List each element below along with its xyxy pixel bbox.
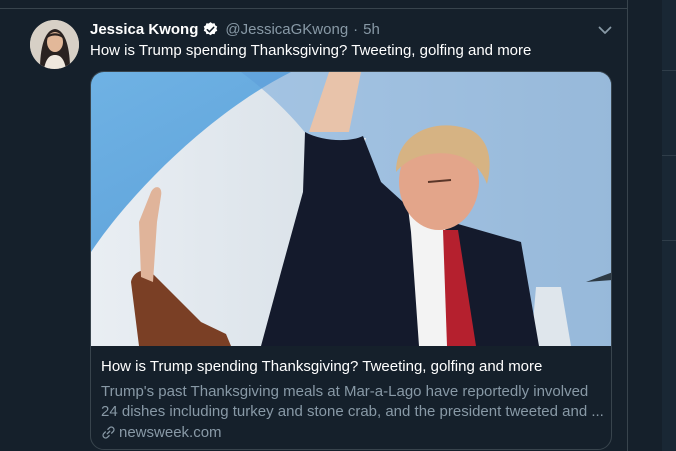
divider (662, 70, 676, 71)
card-domain: newsweek.com (101, 424, 222, 441)
card-title: How is Trump spending Thanksgiving? Twee… (101, 358, 543, 375)
timeline-column: Jessica Kwong @JessicaGKwong · 5h How is… (0, 0, 628, 451)
link-card[interactable]: How is Trump spending Thanksgiving? Twee… (90, 71, 612, 450)
divider (662, 240, 676, 241)
link-icon (102, 426, 115, 439)
card-image (91, 72, 611, 346)
avatar-photo (30, 20, 79, 69)
author-name[interactable]: Jessica Kwong (90, 21, 198, 38)
verified-badge-icon (202, 21, 219, 38)
separator-dot: · (353, 20, 359, 38)
tweet[interactable]: Jessica Kwong @JessicaGKwong · 5h How is… (0, 9, 627, 451)
chevron-down-icon[interactable] (596, 21, 614, 39)
card-description: Trump's past Thanksgiving meals at Mar-a… (101, 383, 604, 420)
divider (662, 155, 676, 156)
card-body: How is Trump spending Thanksgiving? Twee… (91, 346, 611, 449)
avatar[interactable] (30, 20, 79, 69)
right-sidebar-edge (662, 0, 676, 451)
author-handle[interactable]: @JessicaGKwong (225, 21, 348, 38)
tweet-timestamp[interactable]: 5h (363, 21, 380, 38)
tweet-header: Jessica Kwong @JessicaGKwong · 5h (90, 19, 380, 39)
card-domain-text: newsweek.com (119, 424, 222, 441)
tweet-text: How is Trump spending Thanksgiving? Twee… (90, 42, 532, 59)
